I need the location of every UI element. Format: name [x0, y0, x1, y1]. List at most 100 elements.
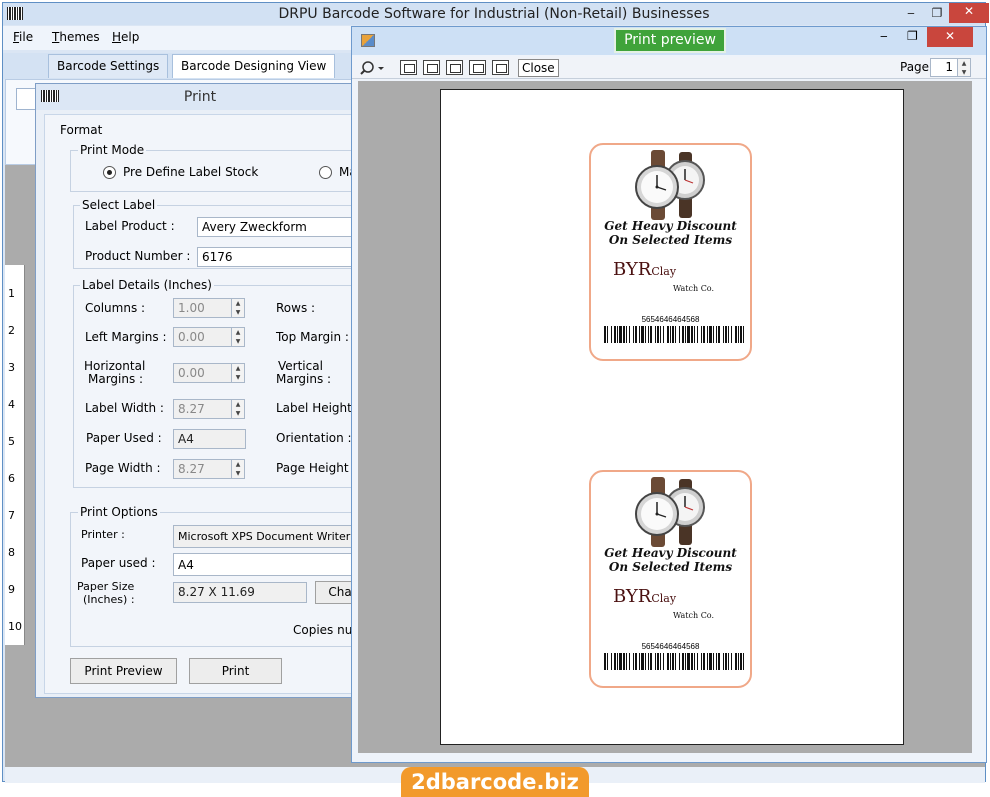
brand-name: BYRClay [613, 259, 677, 280]
label-card: Get Heavy Discount On Selected Items BYR… [589, 143, 752, 361]
watermark-logo: 2dbarcode.biz [401, 767, 589, 797]
page-height-label: Page Height : [276, 461, 357, 475]
six-pages-icon[interactable] [492, 60, 509, 75]
close-button[interactable]: ✕ [949, 3, 989, 23]
horizontal-margins-label-2: Margins : [88, 372, 144, 386]
vertical-margins-label-2: Margins : [276, 372, 332, 386]
label-width-label: Label Width : [85, 401, 164, 415]
company-name: Watch Co. [673, 611, 715, 620]
two-pages-icon[interactable] [423, 60, 440, 75]
printer-label: Printer : [81, 528, 125, 541]
ruler-number: 5 [8, 435, 15, 448]
label-product-select[interactable]: Avery Zweckform [197, 217, 359, 237]
zoom-icon[interactable] [360, 60, 386, 76]
ruler-number: 10 [8, 620, 22, 633]
ruler-number: 8 [8, 546, 15, 559]
preview-page: Get Heavy Discount On Selected Items BYR… [440, 89, 904, 745]
left-margins-label: Left Margins : [85, 330, 167, 344]
close-preview-button[interactable]: Close [518, 59, 559, 77]
paper-used-input[interactable]: A4 [173, 429, 246, 449]
label-height-label: Label Height : [276, 401, 360, 415]
print-options-heading: Print Options [78, 505, 160, 519]
print-dialog-title: Print [183, 89, 217, 105]
paper-size-label: Paper Size [77, 580, 135, 593]
printer-select[interactable]: Microsoft XPS Document Writer [173, 525, 363, 548]
preview-minimize-button[interactable]: ‒ [880, 29, 888, 43]
preview-toolbar: Close Page 1 ▲ ▼ [352, 57, 986, 79]
menu-help[interactable]: Help [112, 30, 139, 44]
page-spinner[interactable]: ▲ ▼ [957, 58, 971, 77]
left-margins-input[interactable]: 0.00 [173, 327, 232, 347]
tab-barcode-settings[interactable]: Barcode Settings [48, 54, 169, 78]
product-number-label: Product Number : [85, 249, 191, 263]
promo-line-2: On Selected Items [608, 233, 733, 247]
ruler-number: 9 [8, 583, 15, 596]
copies-label: Copies nur [293, 623, 358, 637]
ruler-number: 3 [8, 361, 15, 374]
preview-close-window-button[interactable]: ✕ [927, 27, 973, 47]
pre-define-label: Pre Define Label Stock [123, 165, 259, 179]
watch-image [635, 150, 705, 220]
print-mode-label: Print Mode [78, 143, 147, 157]
one-page-icon[interactable] [400, 60, 417, 75]
product-number-select[interactable]: 6176 [197, 247, 359, 267]
barcode-image [604, 326, 744, 343]
preview-title: Print preview [614, 28, 726, 53]
top-margin-label: Top Margin : [276, 330, 349, 344]
ruler-number: 6 [8, 472, 15, 485]
paper-used-2-label: Paper used : [81, 556, 156, 570]
ruler-number: 4 [8, 398, 15, 411]
print-preview-window: Print preview ‒ ❐ ✕ Close Page 1 ▲ ▼ Get… [351, 26, 987, 763]
ruler-number: 7 [8, 509, 15, 522]
page-width-input[interactable]: 8.27 [173, 459, 232, 479]
left-margins-spinner[interactable]: ▲ ▼ [231, 327, 245, 347]
ruler-number: 2 [8, 324, 15, 337]
three-pages-icon[interactable] [446, 60, 463, 75]
pre-define-radio[interactable] [103, 166, 116, 179]
label-width-spinner[interactable]: ▲ ▼ [231, 399, 245, 419]
promo-line-1: Get Heavy Discount [604, 546, 737, 560]
preview-app-icon [361, 34, 375, 47]
label-width-input[interactable]: 8.27 [173, 399, 232, 419]
preview-titlebar: Print preview ‒ ❐ ✕ [352, 27, 986, 55]
label-card: Get Heavy Discount On Selected Items BYR… [589, 470, 752, 688]
vertical-margins-label: Vertical [278, 359, 323, 373]
print-dialog-titlebar: Print [36, 84, 364, 110]
print-preview-button[interactable]: Print Preview [70, 658, 177, 684]
page-width-label: Page Width : [85, 461, 161, 475]
select-label-heading: Select Label [80, 198, 158, 212]
main-titlebar: DRPU Barcode Software for Industrial (No… [3, 3, 989, 25]
page-width-spinner[interactable]: ▲ ▼ [231, 459, 245, 479]
menu-themes[interactable]: Themes [52, 30, 100, 44]
orientation-label: Orientation : [276, 431, 352, 445]
paper-size-label-2: (Inches) : [83, 593, 135, 606]
brand-name: BYRClay [613, 586, 677, 607]
ruler-number: 1 [8, 287, 15, 300]
columns-spinner[interactable]: ▲ ▼ [231, 298, 245, 318]
preview-area: Get Heavy Discount On Selected Items BYR… [358, 81, 972, 753]
vertical-ruler: 1 2 3 4 5 6 7 8 9 10 [5, 265, 25, 645]
maximize-button[interactable]: ❐ [925, 5, 949, 22]
horizontal-margins-input[interactable]: 0.00 [173, 363, 232, 383]
tab-barcode-designing-view[interactable]: Barcode Designing View [172, 54, 336, 78]
minimize-button[interactable]: ‒ [899, 5, 923, 22]
rows-label: Rows : [276, 301, 316, 315]
format-label: Format [60, 123, 103, 137]
horizontal-margins-spinner[interactable]: ▲ ▼ [231, 363, 245, 383]
four-pages-icon[interactable] [469, 60, 486, 75]
print-button[interactable]: Print [189, 658, 282, 684]
barcode-number: 5654646464568 [641, 642, 700, 651]
preview-maximize-button[interactable]: ❐ [907, 29, 918, 43]
menu-file[interactable]: File [13, 30, 33, 44]
columns-label: Columns : [85, 301, 146, 315]
manual-radio[interactable] [319, 166, 332, 179]
print-dialog-body: Format Print Mode Pre Define Label Stock… [44, 114, 366, 694]
columns-input[interactable]: 1.00 [173, 298, 232, 318]
company-name: Watch Co. [673, 284, 715, 293]
paper-size-input[interactable]: 8.27 X 11.69 [173, 582, 307, 603]
label-details-heading: Label Details (Inches) [80, 278, 214, 292]
promo-line-2: On Selected Items [608, 560, 733, 574]
paper-used-2-select[interactable]: A4 [173, 553, 363, 576]
label-product-label: Label Product : [85, 219, 175, 233]
page-label: Page [900, 60, 930, 74]
